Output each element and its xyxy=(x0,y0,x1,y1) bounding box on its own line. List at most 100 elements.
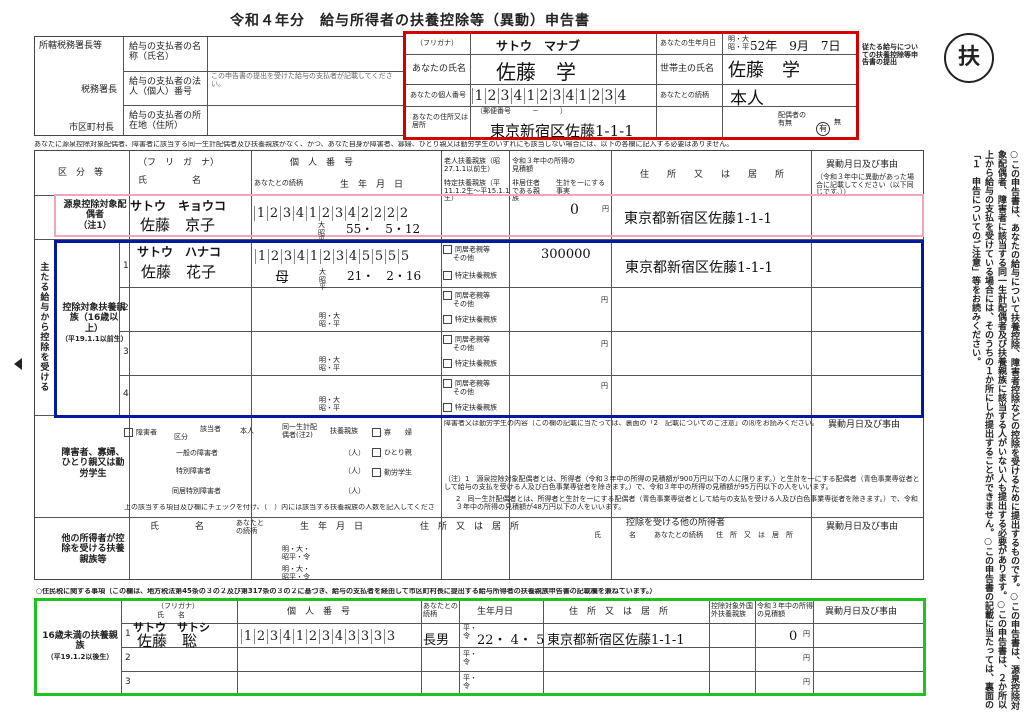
u16-1-name[interactable]: 佐藤 聡 xyxy=(137,630,197,651)
payer-number-note: この申告書の提出を受けた給与の支払者が記載してください。 xyxy=(211,72,393,88)
dep4-era: 明・大昭・平 xyxy=(319,396,340,412)
section-c-label: 障害者、寡婦、ひとり親又は勤労学生 xyxy=(61,448,125,479)
dep4-opt-elderly[interactable]: 同居老親等 xyxy=(443,379,490,388)
u16-1-address[interactable]: 東京都新宿区佐藤1-1-1 xyxy=(547,629,685,648)
widow-option[interactable]: 寡 婦 xyxy=(372,428,412,437)
notice-text: あなたに源泉控除対象配偶者、障害者に該当する同一生計配偶者及び扶養親族がなく、か… xyxy=(34,141,734,148)
dep1-relation[interactable]: 母 xyxy=(275,267,289,287)
dep1-address[interactable]: 東京都新宿区佐藤1-1-1 xyxy=(625,257,773,277)
col-mynumber: 個 人 番 号 xyxy=(290,158,354,168)
u16-1-relation[interactable]: 長男 xyxy=(423,629,449,648)
dep2-era: 明・大昭・平 xyxy=(319,312,340,328)
dep2-yen: 円 xyxy=(601,296,608,304)
d-era-2: 明・大・昭平・令 xyxy=(282,565,310,581)
c-row-cohabit: 同居特別障害者 xyxy=(172,487,221,495)
postal-code[interactable]: （郵便番号 － ） xyxy=(476,107,567,116)
dependents-label: 扶養親族 xyxy=(330,427,358,435)
furigana-label: （フリガナ） xyxy=(416,39,458,47)
d-relation-col: あなたとの続柄 xyxy=(236,519,264,535)
dep-row3-num: 3 xyxy=(123,347,129,357)
taxpayer-furigana[interactable]: サトウ マナブ xyxy=(496,37,580,54)
taxpayer-birth[interactable]: 52年 9月 7日 xyxy=(750,37,841,54)
payer-number-label: 給与の支払者の法人（個人）番号 xyxy=(129,77,202,98)
section-b-label: 控除対象扶養親族（16歳以上） （平19.1.1以前生） xyxy=(61,303,128,344)
spouse-no-option[interactable]: 無 xyxy=(834,118,841,127)
dep3-opt-other[interactable]: その他 xyxy=(453,344,474,353)
spouse-income-yen: 円 xyxy=(602,205,609,213)
taxpayer-name[interactable]: 佐藤 学 xyxy=(496,56,576,85)
dep2-opt-elderly[interactable]: 同居老親等 xyxy=(443,291,490,300)
spouse-birth[interactable]: 55・ 5・12 xyxy=(346,220,420,237)
payer-address-label: 給与の支払者の所在地（住所） xyxy=(129,111,202,132)
d-change-col: 異動月日及び事由 xyxy=(826,522,899,532)
u16-relation-col: あなたとの続柄 xyxy=(423,602,458,618)
u16-1-birth[interactable]: 22・ 4・ 5 xyxy=(477,629,544,648)
dep1-income[interactable]: 300000 xyxy=(541,247,591,262)
c-people-1: （人） xyxy=(344,449,365,457)
disabled-option[interactable]: 障害者 xyxy=(124,428,157,437)
u16-row2-num: 2 xyxy=(125,653,131,663)
u16-nonresident-col: 控除対象外国外扶養親族 xyxy=(711,602,753,618)
dep4-opt-specific[interactable]: 特定扶養親族 xyxy=(443,403,497,412)
dep3-opt-elderly[interactable]: 同居老親等 xyxy=(443,335,490,344)
u16-furigana-col: （フリガナ） xyxy=(157,602,199,610)
spouse-mynumber[interactable]: 123412342222 xyxy=(254,206,410,221)
spouse-yes-option[interactable]: 有 xyxy=(816,116,830,136)
single-parent-option[interactable]: ひとり親 xyxy=(372,448,412,457)
dep1-opt-other[interactable]: その他 xyxy=(453,254,474,263)
u16-1-era: 平・令 xyxy=(463,624,477,640)
col-address: 住 所 又 は 居 所 xyxy=(640,170,785,180)
right-instructions: ○この申告書は、あなたの給与について扶養控除、障害者控除などの控除を受けるために… xyxy=(970,150,1019,710)
dep3-era: 明・大昭・平 xyxy=(319,356,340,372)
tax-office-suffix: 税務署長 xyxy=(81,85,118,95)
d-era-1: 明・大・昭平・令 xyxy=(282,545,310,561)
dep1-birth[interactable]: 21・ 2・16 xyxy=(347,267,421,284)
dep1-opt-elderly[interactable]: 同居老親等 xyxy=(443,245,490,254)
col-elderly: 老人扶養親族（昭27.1.1以前生） xyxy=(444,157,500,173)
householder-name[interactable]: 佐藤 学 xyxy=(728,56,800,82)
relation-label: あなたとの続柄 xyxy=(660,91,709,99)
spouse-name[interactable]: 佐藤 京子 xyxy=(140,214,215,235)
same-spouse-label: 同一生計配偶者(注2) xyxy=(282,423,317,439)
col-change: 異動月日及び事由 xyxy=(826,160,899,170)
taxpayer-relation[interactable]: 本人 xyxy=(730,84,764,109)
taxpayer-address[interactable]: 東京新宿区佐藤1-1-1 xyxy=(490,120,634,141)
u16-label: 16歳未満の扶養親族 （平19.1.2以後生） xyxy=(42,631,118,661)
dep3-yen: 円 xyxy=(601,340,608,348)
dep2-opt-other[interactable]: その他 xyxy=(453,300,474,309)
section-d-label: 他の所得者が控除を受ける扶養親族等 xyxy=(61,534,125,565)
taxpayer-mynumber[interactable]: 123412341234 xyxy=(472,88,628,104)
u16-1-income[interactable]: 0 xyxy=(789,629,797,644)
dep1-opt-specific[interactable]: 特定扶養親族 xyxy=(443,271,497,280)
d-name-col: 氏 名 xyxy=(150,522,205,532)
u16-income-col: 令和３年中の所得の見積額 xyxy=(757,602,813,618)
dep4-opt-other[interactable]: その他 xyxy=(453,388,474,397)
u16-row1-num: 1 xyxy=(125,629,131,639)
form-title: 令和４年分 給与所得者の扶養控除等（異動）申告書 xyxy=(230,13,590,29)
form-type-badge: 扶 xyxy=(944,33,994,83)
col-relation: あなたとの続柄 xyxy=(254,179,303,187)
secondary-note: 従たる給与についての扶養控除等申告書の提出 xyxy=(862,43,918,67)
spouse-furigana[interactable]: サトウ キョウコ xyxy=(130,197,226,214)
u16-2-era: 平・令 xyxy=(463,650,477,666)
spouse-income[interactable]: 0 xyxy=(570,202,579,218)
dep2-opt-specific[interactable]: 特定扶養親族 xyxy=(443,315,497,324)
dep1-mynumber[interactable]: 123412345555 xyxy=(255,249,411,264)
c-row-special: 特別障害者 xyxy=(176,467,211,475)
student-option[interactable]: 勤労学生 xyxy=(372,468,412,477)
dep1-name[interactable]: 佐藤 花子 xyxy=(141,261,216,282)
kubun-label: 区分 xyxy=(174,433,188,441)
payer-name-label: 給与の支払者の名称（氏名） xyxy=(129,42,202,63)
section-a-label: 源泉控除対象配偶者 （注1） xyxy=(63,200,127,231)
c-footer-note: 上の該当する項目及び欄にチェックを付け、（ ）内には該当する扶養親族の人数を記入… xyxy=(124,504,434,511)
dep1-furigana[interactable]: サトウ ハナコ xyxy=(137,243,221,260)
u16-3-era: 平・令 xyxy=(463,674,477,690)
dep-row2-num: 2 xyxy=(123,303,129,313)
dep3-opt-specific[interactable]: 特定扶養親族 xyxy=(443,359,497,368)
u16-2-yen: 円 xyxy=(803,654,810,662)
c-note-2: 2 同一生計配偶者とは、所得者と生計を一にする配偶者（青色事業専従者として給与の… xyxy=(456,495,918,511)
dep-row1-num: 1 xyxy=(123,261,129,271)
d-other-address-col: 住 所 又 は 居 所 xyxy=(716,531,793,539)
spouse-address[interactable]: 東京都新宿区佐藤1-1-1 xyxy=(624,208,772,228)
u16-1-mynumber[interactable]: 123412343333 xyxy=(241,629,397,644)
